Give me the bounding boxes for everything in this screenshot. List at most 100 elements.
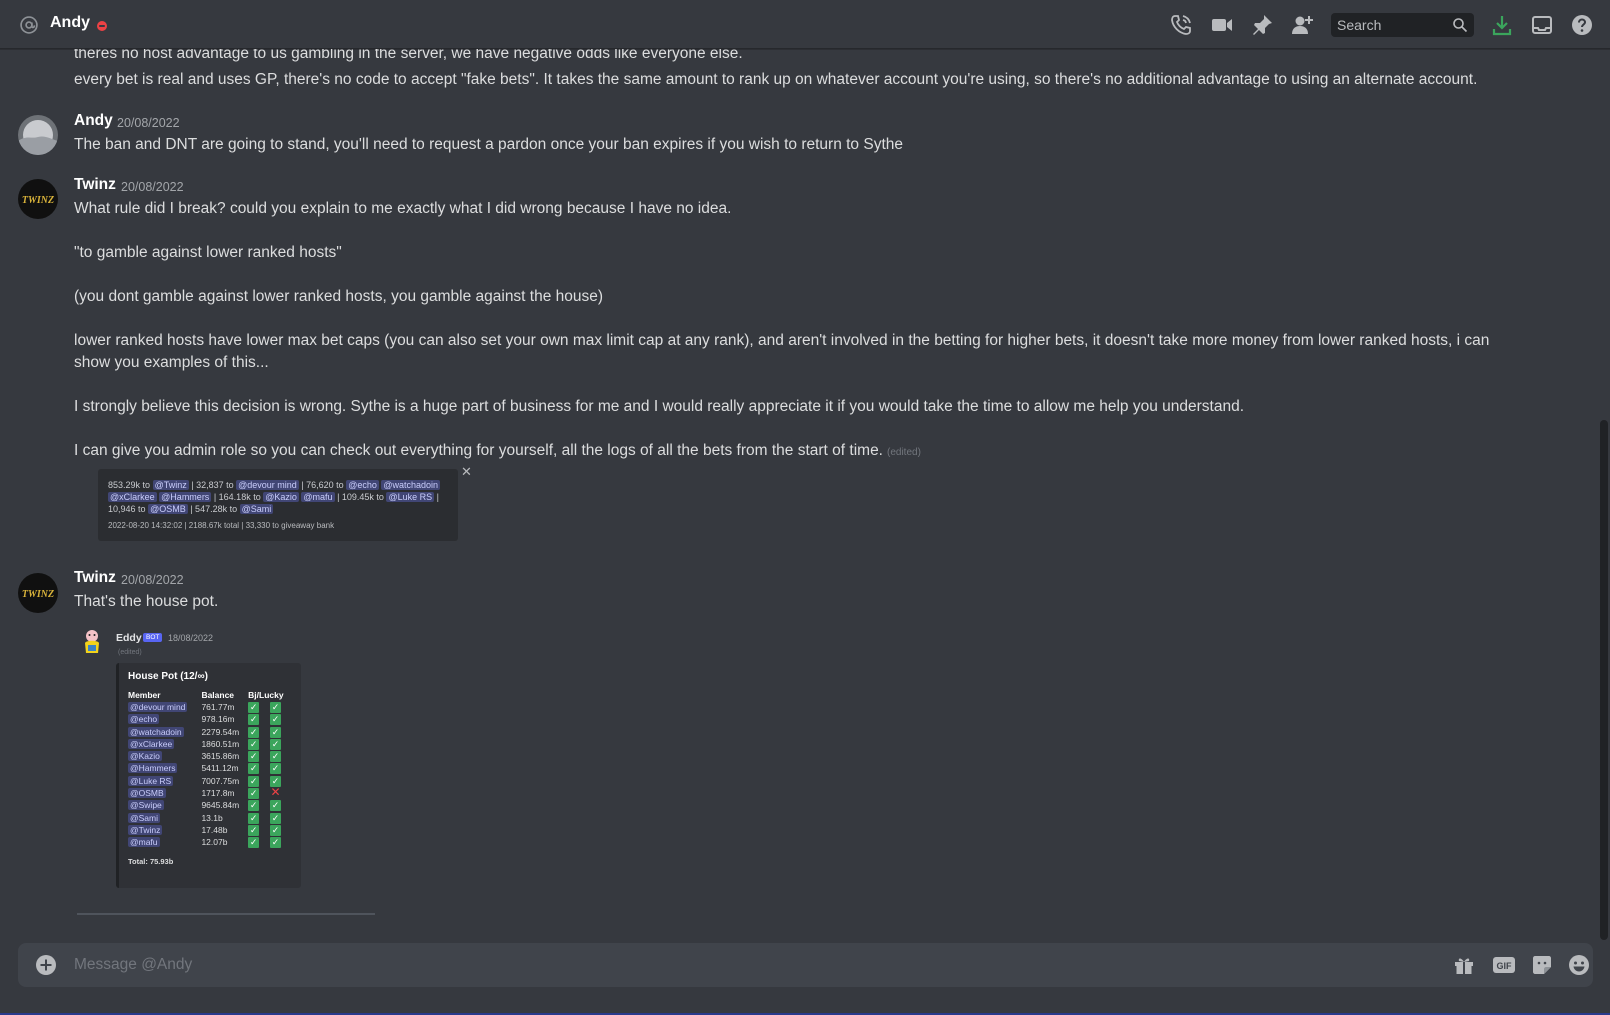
cross-icon: ✕ — [270, 785, 281, 800]
member-cell: @Luke RS — [128, 775, 201, 787]
member-mention[interactable]: @mafu — [128, 837, 160, 848]
check-icon: ✓ — [248, 751, 260, 763]
search-input[interactable]: Search — [1331, 13, 1474, 37]
member-mention[interactable]: @OSMB — [128, 788, 166, 799]
video-icon[interactable] — [1210, 13, 1234, 37]
svg-text:TWINZ: TWINZ — [22, 195, 54, 206]
status-cell: ✓ — [270, 750, 292, 763]
message-text: every bet is real and uses GP, there's n… — [74, 71, 1478, 88]
embed-title: House Pot (12/∞) — [128, 671, 208, 682]
check-icon: ✓ — [270, 714, 282, 726]
message-text: What rule did I break? could you explain… — [74, 200, 732, 217]
table-row: @mafu 12.07b ✓ ✓ — [128, 836, 292, 849]
status-cell: ✓ — [270, 799, 292, 812]
status-cell: ✕ — [270, 785, 292, 800]
check-icon: ✓ — [248, 788, 260, 800]
balance-cell: 761.77m — [201, 702, 235, 712]
plus-icon[interactable] — [35, 954, 57, 976]
member-mention[interactable]: @Hammers — [128, 763, 178, 774]
table-row: @Luke RS 7007.75m ✓ ✓ — [128, 775, 292, 787]
inbox-icon[interactable] — [1530, 13, 1554, 37]
add-friend-icon[interactable] — [1290, 13, 1314, 37]
bot-name: Eddy — [116, 632, 142, 644]
svg-text:GIF: GIF — [1497, 961, 1513, 971]
member-mention[interactable]: @Kazio — [128, 751, 162, 762]
member-mention[interactable]: @devour mind — [128, 702, 188, 712]
table-row: @Swipe 9645.84m ✓ ✓ — [128, 799, 292, 812]
member-mention[interactable]: @Luke RS — [128, 775, 174, 786]
status-cell: ✓ — [270, 762, 292, 775]
check-icon: ✓ — [248, 812, 260, 824]
image-attachment[interactable]: 853.29k to @Twinz | 32,837 to @devour mi… — [98, 469, 458, 541]
bot-timestamp: 18/08/2022 — [168, 633, 214, 643]
member-mention[interactable]: @Twinz — [128, 824, 163, 835]
status-cell: ✓ — [270, 824, 292, 836]
balance-cell: 1717.8m — [201, 788, 235, 799]
emoji-icon[interactable] — [1567, 953, 1591, 977]
gif-icon[interactable]: GIF — [1492, 953, 1516, 977]
member-mention[interactable]: @echo — [128, 714, 160, 725]
message-timestamp: 20/08/2022 — [121, 180, 184, 194]
gift-icon[interactable] — [1452, 953, 1476, 977]
status-cell: ✓ — [270, 836, 292, 849]
status-cell: ✓ — [270, 812, 292, 824]
pin-icon[interactable] — [1250, 13, 1274, 37]
check-icon: ✓ — [270, 726, 282, 738]
table-row: @Twinz 17.48b ✓ ✓ — [128, 824, 292, 836]
avatar[interactable] — [18, 115, 58, 155]
sticker-icon[interactable] — [1530, 953, 1554, 977]
check-icon: ✓ — [248, 800, 260, 812]
message-author[interactable]: Andy — [74, 112, 113, 130]
balance-cell: 5411.12m — [201, 763, 239, 774]
column-header: Balance — [201, 690, 235, 700]
balance-cell: 1860.51m — [201, 738, 240, 749]
message-list[interactable]: theres no host advantage to us gambling … — [0, 49, 1598, 939]
status-cell: ✓ — [248, 775, 270, 787]
message-text: I strongly believe this decision is wron… — [74, 398, 1245, 415]
table-row: @Hammers 5411.12m ✓ ✓ — [128, 762, 292, 775]
member-cell: @mafu — [128, 836, 201, 848]
status-cell: ✓ — [248, 836, 270, 849]
message-input[interactable] — [74, 943, 1374, 987]
member-mention[interactable]: @Sami — [128, 812, 160, 823]
check-icon: ✓ — [270, 824, 282, 836]
avatar[interactable]: TWINZ — [18, 179, 58, 219]
message-author[interactable]: Twinz — [74, 569, 116, 587]
member-mention[interactable]: @Swipe — [128, 800, 164, 811]
balance-cell: 3615.86m — [201, 751, 240, 762]
call-icon[interactable] — [1169, 13, 1193, 37]
balance-cell: 2279.54m — [201, 726, 240, 737]
member-mention[interactable]: @xClarkee — [128, 738, 175, 749]
message-text: (you dont gamble against lower ranked ho… — [74, 288, 604, 305]
check-icon: ✓ — [248, 763, 260, 775]
check-icon: ✓ — [270, 800, 282, 812]
help-icon[interactable] — [1570, 13, 1594, 37]
table-row: @xClarkee 1860.51m ✓ ✓ — [128, 738, 292, 750]
message-author[interactable]: Twinz — [74, 176, 116, 194]
at-icon — [20, 16, 38, 34]
scrollbar[interactable] — [1600, 420, 1608, 940]
download-icon[interactable] — [1490, 13, 1514, 37]
message-composer: GIF — [18, 943, 1593, 987]
house-pot-embed[interactable]: House Pot (12/∞) Member Balance Bj/Lucky… — [116, 663, 301, 888]
balance-cell: 13.1b — [201, 812, 223, 823]
dm-recipient-name[interactable]: Andy — [50, 14, 90, 32]
check-icon: ✓ — [248, 837, 260, 849]
message-text: theres no host advantage to us gambling … — [74, 49, 743, 62]
status-cell: ✓ — [248, 701, 270, 713]
member-cell: @Kazio — [128, 750, 201, 762]
member-cell: @xClarkee — [128, 738, 201, 750]
member-cell: @watchadoin — [128, 726, 201, 738]
channel-header: Andy Search — [0, 0, 1610, 49]
member-cell: @Hammers — [128, 762, 201, 774]
member-mention[interactable]: @watchadoin — [128, 726, 184, 737]
svg-text:TWINZ: TWINZ — [22, 589, 54, 600]
message-text: The ban and DNT are going to stand, you'… — [74, 136, 903, 153]
balance-cell: 978.16m — [201, 714, 235, 725]
close-icon[interactable]: ✕ — [461, 464, 472, 480]
check-icon: ✓ — [248, 702, 260, 713]
column-header: Bj/Lucky — [248, 690, 284, 700]
avatar[interactable]: TWINZ — [18, 573, 58, 613]
status-cell: ✓ — [248, 762, 270, 775]
status-cell: ✓ — [270, 701, 292, 713]
